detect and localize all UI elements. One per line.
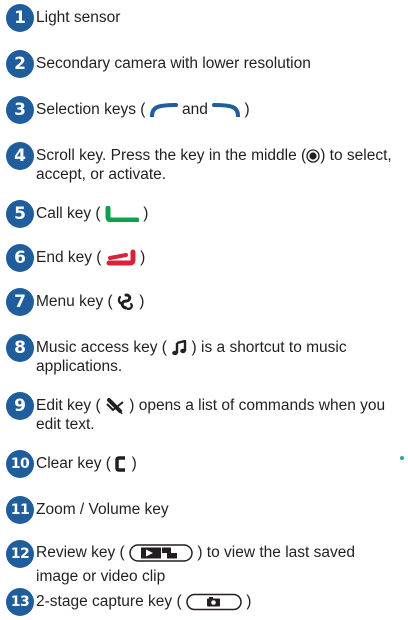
text-before: Review key ( bbox=[36, 544, 125, 561]
number-badge: 1 bbox=[6, 4, 34, 32]
legend-item-7: 7 Menu key ( ) bbox=[6, 288, 400, 316]
legend-item-1: 1 Light sensor bbox=[6, 4, 400, 32]
text-before: Edit key ( bbox=[36, 397, 101, 414]
text-after: ) bbox=[140, 249, 146, 266]
legend-text: Edit key ( ) opens a list of commands wh… bbox=[36, 392, 400, 434]
call-key-icon bbox=[105, 205, 139, 222]
text-before: End key ( bbox=[36, 249, 102, 266]
legend-item-5: 5 Call key ( ) bbox=[6, 200, 400, 228]
text-after: ) bbox=[244, 101, 250, 118]
text-before: 2-stage capture key ( bbox=[36, 593, 182, 610]
left-selection-key-icon bbox=[149, 102, 178, 117]
legend-text: Review key ( ) to view the last saved im… bbox=[36, 540, 400, 589]
legend-item-8: 8 Music access key ( ) is a shortcut to … bbox=[6, 334, 400, 376]
legend-item-6: 6 End key ( ) bbox=[6, 244, 400, 272]
text-before: Scroll key. Press the key in the middle … bbox=[36, 147, 307, 164]
legend-text: 2-stage capture key ( ) bbox=[36, 588, 400, 611]
number-badge: 2 bbox=[6, 50, 34, 78]
music-note-icon bbox=[172, 339, 187, 356]
edit-pencil-icon bbox=[106, 397, 124, 415]
legend-item-10: 10 Clear key ( ) bbox=[6, 450, 400, 478]
legend-text: Secondary camera with lower resolution bbox=[36, 55, 311, 72]
review-key-icon bbox=[129, 544, 193, 562]
key-legend: 1 Light sensor 2 Secondary camera with l… bbox=[0, 0, 408, 620]
legend-item-3: 3 Selection keys ( and ) bbox=[6, 96, 400, 124]
text-before: Clear key ( bbox=[36, 455, 111, 472]
legend-text: Scroll key. Press the key in the middle … bbox=[36, 142, 400, 184]
legend-item-4: 4 Scroll key. Press the key in the middl… bbox=[6, 142, 400, 184]
number-badge: 12 bbox=[6, 540, 34, 568]
number-badge: 4 bbox=[6, 142, 34, 170]
number-badge: 7 bbox=[6, 288, 34, 316]
legend-text: Menu key ( ) bbox=[36, 288, 400, 311]
menu-key-icon bbox=[117, 293, 133, 311]
text-before: Call key ( bbox=[36, 205, 101, 222]
scroll-middle-icon bbox=[306, 149, 320, 163]
text-after: ) bbox=[246, 593, 252, 610]
legend-text: Zoom / Volume key bbox=[36, 501, 169, 518]
clear-key-icon bbox=[115, 456, 126, 472]
legend-text: Light sensor bbox=[36, 9, 121, 26]
legend-text: End key ( ) bbox=[36, 244, 400, 267]
number-badge: 11 bbox=[6, 496, 34, 524]
text-after: ) bbox=[131, 455, 137, 472]
text-before: Menu key ( bbox=[36, 293, 113, 310]
legend-item-11: 11 Zoom / Volume key bbox=[6, 496, 400, 524]
text-before: Music access key ( bbox=[36, 339, 167, 356]
text-middle: and bbox=[182, 101, 208, 118]
legend-text: Call key ( ) bbox=[36, 200, 400, 223]
text-after: ) bbox=[139, 293, 145, 310]
number-badge: 6 bbox=[6, 244, 34, 272]
legend-item-13: 13 2-stage capture key ( ) bbox=[6, 588, 400, 616]
number-badge: 13 bbox=[6, 588, 34, 616]
number-badge: 9 bbox=[6, 392, 34, 420]
number-badge: 8 bbox=[6, 334, 34, 362]
legend-item-2: 2 Secondary camera with lower resolution bbox=[6, 50, 400, 78]
legend-text: Music access key ( ) is a shortcut to mu… bbox=[36, 334, 400, 376]
number-badge: 3 bbox=[6, 96, 34, 124]
decorative-dot bbox=[400, 456, 404, 460]
end-key-icon bbox=[106, 249, 136, 266]
number-badge: 5 bbox=[6, 200, 34, 228]
legend-item-12: 12 Review key ( ) to view the last saved… bbox=[6, 540, 400, 589]
capture-key-icon bbox=[186, 593, 242, 611]
legend-item-9: 9 Edit key ( ) opens a list of commands … bbox=[6, 392, 400, 434]
legend-text: Clear key ( ) bbox=[36, 450, 400, 473]
right-selection-key-icon bbox=[212, 102, 241, 117]
legend-text: Selection keys ( and ) bbox=[36, 96, 400, 119]
number-badge: 10 bbox=[6, 450, 34, 478]
text-after: ) bbox=[143, 205, 149, 222]
text-before: Selection keys ( bbox=[36, 101, 146, 118]
